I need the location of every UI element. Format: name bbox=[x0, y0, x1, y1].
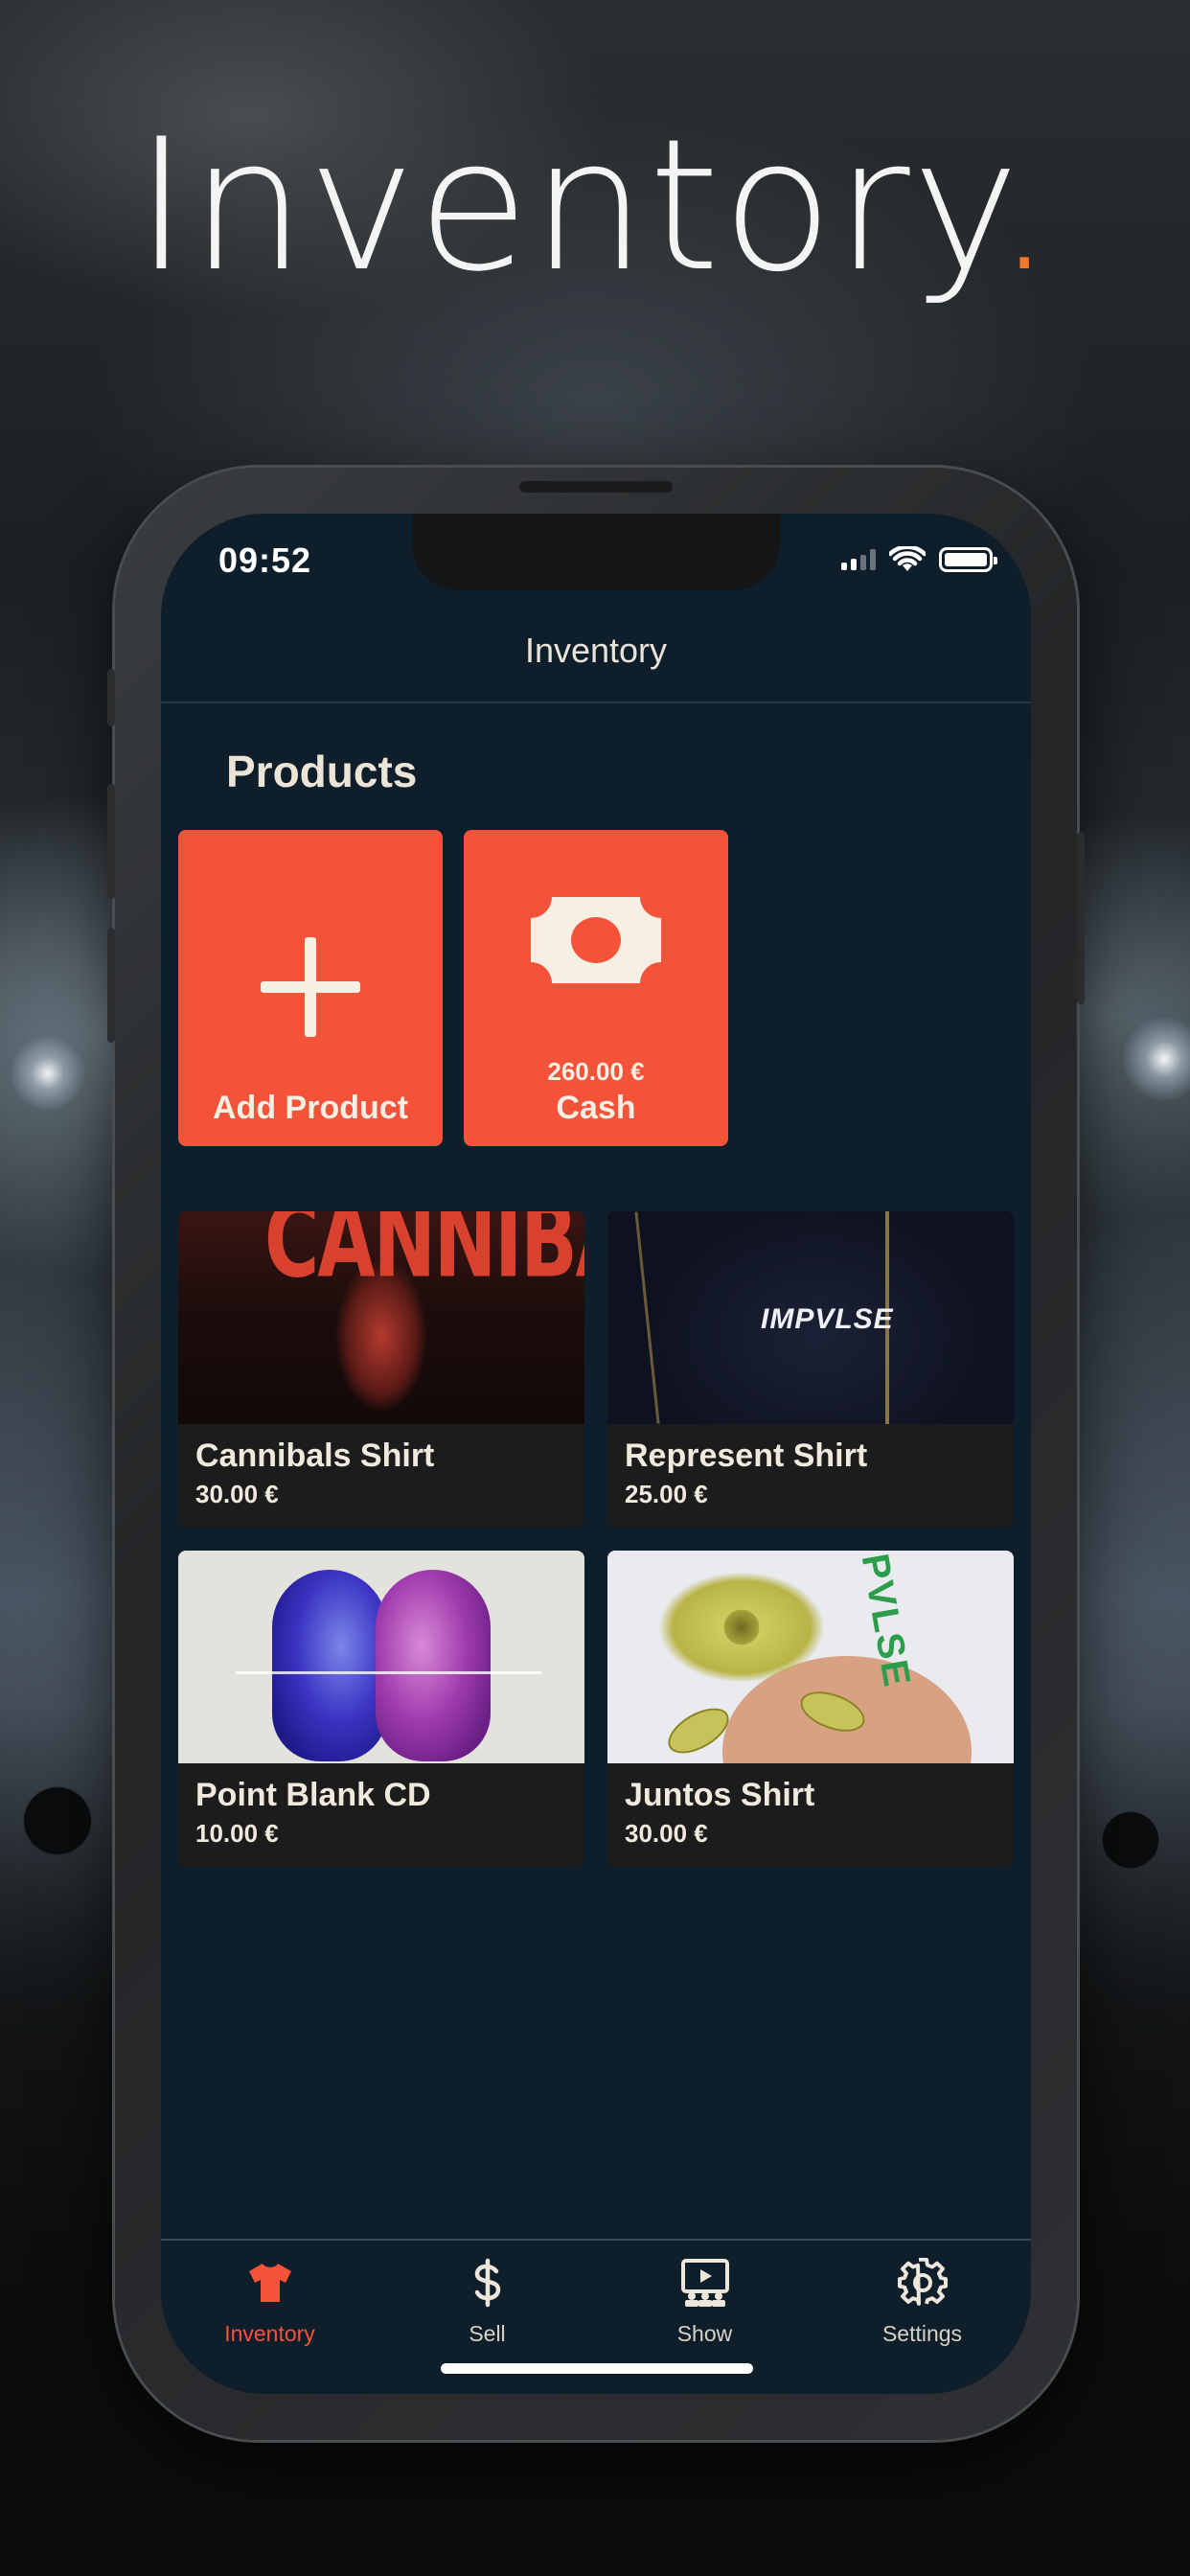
cash-button[interactable]: 260.00 € Cash bbox=[464, 830, 728, 1146]
phone-frame: 09:52 Inventory Products Add Product 260… bbox=[107, 468, 1085, 2440]
cash-label: Cash bbox=[556, 1090, 636, 1126]
product-name: Juntos Shirt bbox=[625, 1777, 815, 1813]
volume-down-button bbox=[107, 928, 115, 1043]
home-indicator[interactable] bbox=[441, 2363, 753, 2374]
add-product-button[interactable]: Add Product bbox=[178, 830, 443, 1146]
tshirt-icon bbox=[248, 2264, 291, 2302]
product-card-point-blank-cd[interactable]: Point Blank CD 10.00 € bbox=[178, 1551, 584, 1867]
status-time: 09:52 bbox=[218, 540, 312, 580]
product-image-text: CANNIBALS bbox=[264, 1211, 584, 1301]
tab-label: Show bbox=[676, 2321, 733, 2346]
wifi-icon bbox=[889, 546, 926, 571]
volume-up-button bbox=[107, 784, 115, 899]
section-title: Products bbox=[226, 747, 418, 796]
speaker-grille bbox=[519, 481, 673, 493]
product-card-represent-shirt[interactable]: IMPVLSE Represent Shirt 25.00 € bbox=[607, 1211, 1014, 1528]
headline-dot: . bbox=[995, 100, 1056, 311]
cellular-signal-icon bbox=[841, 549, 876, 570]
product-image bbox=[178, 1551, 584, 1763]
dollar-icon bbox=[474, 2258, 500, 2308]
product-name: Represent Shirt bbox=[625, 1438, 868, 1474]
plus-icon bbox=[261, 937, 360, 1037]
battery-icon bbox=[939, 547, 997, 572]
app-screen: 09:52 Inventory Products Add Product 260… bbox=[161, 514, 1031, 2394]
headline-text: Inventory bbox=[134, 100, 995, 311]
product-image: IMPVLSE bbox=[607, 1211, 1014, 1424]
tab-label: Settings bbox=[881, 2321, 963, 2346]
product-card-cannibals-shirt[interactable]: CANNIBALS Cannibals Shirt 30.00 € bbox=[178, 1211, 584, 1528]
side-button bbox=[107, 669, 115, 726]
tab-label: Sell bbox=[469, 2321, 506, 2346]
nav-title: Inventory bbox=[524, 631, 668, 670]
stage-light bbox=[10, 1035, 86, 1112]
notch bbox=[412, 514, 780, 590]
add-product-label: Add Product bbox=[213, 1090, 408, 1126]
banknote-icon bbox=[531, 897, 661, 983]
status-icons bbox=[841, 546, 997, 573]
product-price: 30.00 € bbox=[625, 1819, 708, 1848]
product-price: 30.00 € bbox=[195, 1480, 279, 1508]
cash-amount: 260.00 € bbox=[547, 1057, 645, 1086]
product-name: Cannibals Shirt bbox=[195, 1438, 435, 1474]
gear-icon bbox=[897, 2258, 948, 2306]
tab-inventory[interactable]: Inventory bbox=[161, 2241, 378, 2394]
product-image-text: IMPVLSE bbox=[761, 1303, 894, 1335]
product-price: 25.00 € bbox=[625, 1480, 708, 1508]
product-image: CANNIBALS bbox=[178, 1211, 584, 1424]
tab-label: Inventory bbox=[224, 2321, 315, 2346]
tab-settings[interactable]: Settings bbox=[813, 2241, 1031, 2394]
page-headline: Inventory. bbox=[0, 115, 1190, 297]
product-price: 10.00 € bbox=[195, 1819, 279, 1848]
product-name: Point Blank CD bbox=[195, 1777, 431, 1813]
stage-icon bbox=[680, 2259, 729, 2307]
nav-divider bbox=[161, 702, 1031, 703]
product-image: PVLSE bbox=[607, 1551, 1014, 1763]
product-card-juntos-shirt[interactable]: PVLSE Juntos Shirt 30.00 € bbox=[607, 1551, 1014, 1867]
power-button bbox=[1077, 832, 1085, 1004]
